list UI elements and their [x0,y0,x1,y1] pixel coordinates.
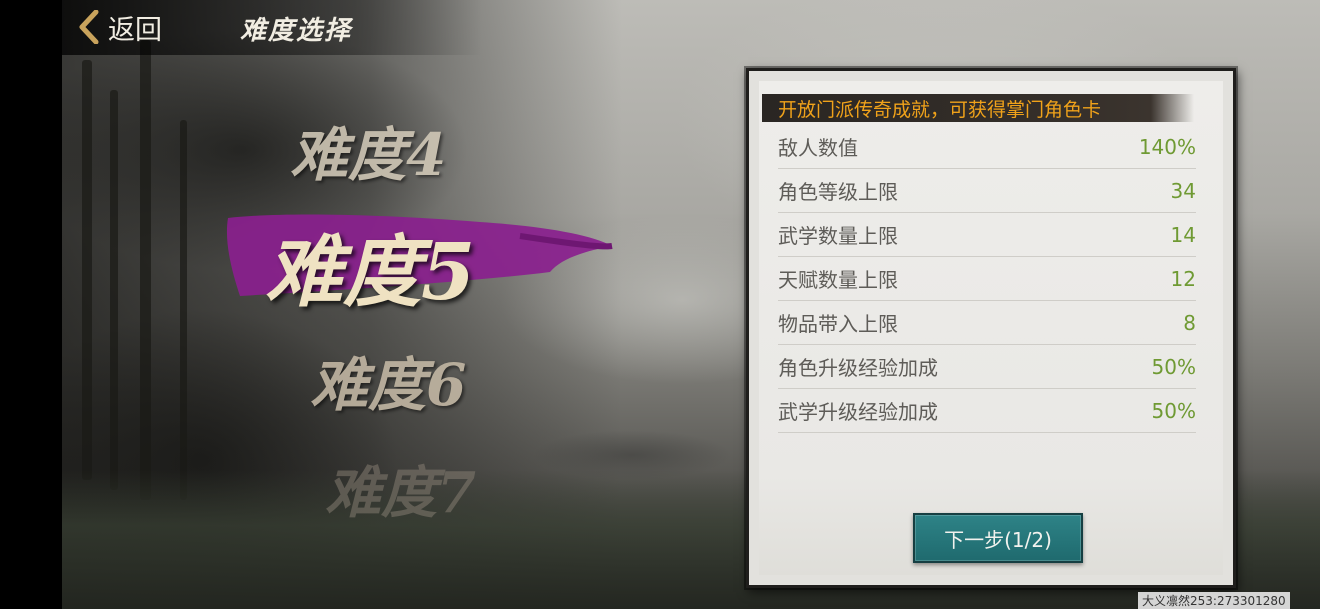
watermark: 大义凛然253:273301280 [1138,592,1290,609]
stat-row: 武学升级经验加成 50% [778,389,1196,433]
stat-label: 物品带入上限 [778,312,898,336]
stat-row: 物品带入上限 8 [778,301,1196,345]
difficulty-6[interactable]: 难度6 [310,338,466,422]
stat-value: 140% [1138,134,1196,159]
next-step-button[interactable]: 下一步(1/2) [913,513,1083,563]
stat-value: 14 [1170,222,1196,247]
stat-label: 角色升级经验加成 [778,356,938,380]
stat-value: 50% [1151,354,1196,379]
stat-row: 天赋数量上限 12 [778,257,1196,301]
bamboo-stalk [110,90,118,490]
difficulty-4[interactable]: 难度4 [290,108,446,192]
panel-banner: 开放门派传奇成就，可获得掌门角色卡 [762,94,1194,122]
bamboo-stalk [82,60,92,480]
stat-row: 武学数量上限 14 [778,213,1196,257]
stat-label: 天赋数量上限 [778,268,898,292]
stat-value: 50% [1151,398,1196,423]
stat-row: 敌人数值 140% [778,125,1196,169]
difficulty-7[interactable]: 难度7 [325,448,476,529]
bamboo-stalk [180,120,187,500]
stat-row: 角色升级经验加成 50% [778,345,1196,389]
stat-value: 12 [1170,266,1196,291]
stat-value: 8 [1183,310,1196,335]
stat-label: 武学数量上限 [778,224,898,248]
difficulty-5-selected[interactable]: 难度5 [265,210,475,322]
back-button[interactable]: 返回 [76,8,162,46]
banner-text: 开放门派传奇成就，可获得掌门角色卡 [778,98,1102,121]
stat-label: 角色等级上限 [778,180,898,204]
bamboo-stalk [140,40,151,500]
stat-row: 角色等级上限 34 [778,169,1196,213]
back-label: 返回 [108,14,162,46]
stat-value: 34 [1170,178,1196,203]
chevron-left-icon [79,10,99,44]
page-title: 难度选择 [240,16,353,46]
stat-label: 敌人数值 [778,136,858,160]
stat-label: 武学升级经验加成 [778,400,938,424]
